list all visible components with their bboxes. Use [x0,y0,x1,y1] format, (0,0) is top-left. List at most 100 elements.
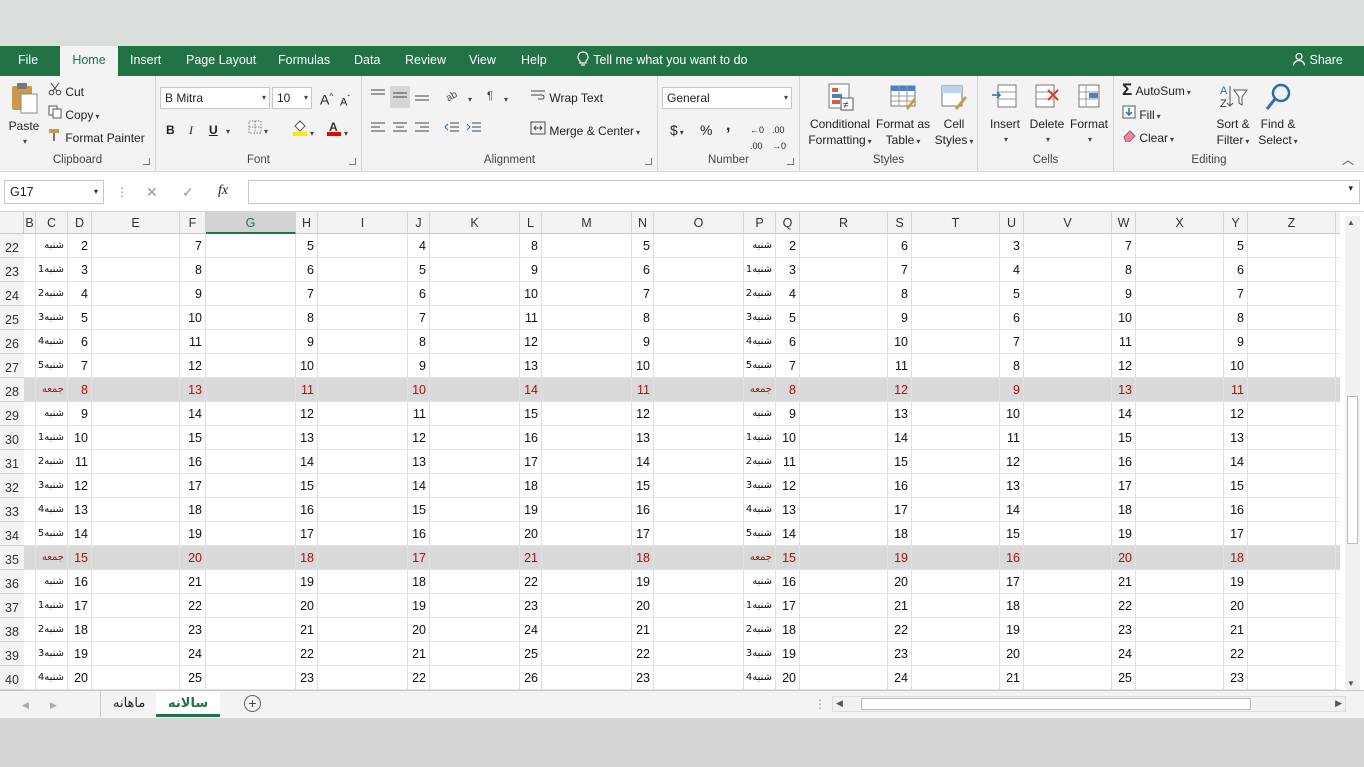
cell-f33[interactable]: 18 [180,498,206,522]
cell-h26[interactable]: 9 [296,330,318,354]
cell-h31[interactable]: 14 [296,450,318,474]
cell-t25[interactable] [912,306,1000,330]
cell-y31[interactable]: 14 [1224,450,1248,474]
align-center-button[interactable] [392,121,408,139]
cell-z25[interactable] [1248,306,1336,330]
cell-v25[interactable] [1024,306,1112,330]
cell-l39[interactable]: 25 [520,642,542,666]
row-header-25[interactable]: 25 [0,306,24,330]
cell-p35[interactable]: جمعه [744,546,776,570]
cell-x34[interactable] [1136,522,1224,546]
cell-y33[interactable]: 16 [1224,498,1248,522]
orientation-button[interactable]: ab ▾ [444,88,472,108]
cell-u31[interactable]: 12 [1000,450,1024,474]
cell-v40[interactable] [1024,666,1112,690]
cell-n27[interactable]: 10 [632,354,654,378]
tab-formulas[interactable]: Formulas [272,46,336,76]
cell-q38[interactable]: 18 [776,618,800,642]
cell-e31[interactable] [92,450,180,474]
column-header-g[interactable]: G [206,212,296,234]
cell-d26[interactable]: 6 [68,330,92,354]
cell-z29[interactable] [1248,402,1336,426]
cell-y25[interactable]: 8 [1224,306,1248,330]
cell-e26[interactable] [92,330,180,354]
cell-g33[interactable] [206,498,296,522]
cell-m27[interactable] [542,354,632,378]
cell-x38[interactable] [1136,618,1224,642]
add-sheet-button[interactable]: + [244,695,261,712]
column-header-b[interactable]: B [24,212,36,234]
cell-w40[interactable]: 25 [1112,666,1136,690]
cell-s39[interactable]: 23 [888,642,912,666]
cell-c32[interactable]: 3شنبه [36,474,68,498]
cell-m32[interactable] [542,474,632,498]
cell-q35[interactable]: 15 [776,546,800,570]
decrease-indent-button[interactable] [444,121,460,139]
cell-j32[interactable]: 14 [408,474,430,498]
cell-n30[interactable]: 13 [632,426,654,450]
cell-l29[interactable]: 15 [520,402,542,426]
cell-s23[interactable]: 7 [888,258,912,282]
cell-q34[interactable]: 14 [776,522,800,546]
cell-j23[interactable]: 5 [408,258,430,282]
cell-t37[interactable] [912,594,1000,618]
cell-x30[interactable] [1136,426,1224,450]
cell-v28[interactable] [1024,378,1112,402]
cell-i38[interactable] [318,618,408,642]
cell-o23[interactable] [654,258,744,282]
cell-h40[interactable]: 23 [296,666,318,690]
cell-e33[interactable] [92,498,180,522]
cell-d30[interactable]: 10 [68,426,92,450]
cell-n31[interactable]: 14 [632,450,654,474]
cell-t24[interactable] [912,282,1000,306]
cell-d40[interactable]: 20 [68,666,92,690]
cell-f28[interactable]: 13 [180,378,206,402]
cell-c27[interactable]: 5شنبه [36,354,68,378]
column-header-k[interactable]: K [430,212,520,234]
cell-h33[interactable]: 16 [296,498,318,522]
cell-w35[interactable]: 20 [1112,546,1136,570]
cell-t22[interactable] [912,234,1000,258]
cell-y32[interactable]: 15 [1224,474,1248,498]
cell-c28[interactable]: جمعه [36,378,68,402]
cell-m40[interactable] [542,666,632,690]
cell-b22[interactable] [24,234,36,258]
cell-q22[interactable]: 2 [776,234,800,258]
cell-j34[interactable]: 16 [408,522,430,546]
cell-w33[interactable]: 18 [1112,498,1136,522]
cell-f31[interactable]: 16 [180,450,206,474]
cell-m25[interactable] [542,306,632,330]
comma-style-button[interactable]: , [726,118,730,134]
cell-g28[interactable] [206,378,296,402]
cell-j25[interactable]: 7 [408,306,430,330]
cell-h28[interactable]: 11 [296,378,318,402]
cell-q40[interactable]: 20 [776,666,800,690]
cell-n26[interactable]: 9 [632,330,654,354]
cell-c29[interactable]: شنبه [36,402,68,426]
cell-k39[interactable] [430,642,520,666]
cell-k36[interactable] [430,570,520,594]
cell-j29[interactable]: 11 [408,402,430,426]
cell-b33[interactable] [24,498,36,522]
cell-v26[interactable] [1024,330,1112,354]
cell-c34[interactable]: 5شنبه [36,522,68,546]
column-header-q[interactable]: Q [776,212,800,234]
sort-filter-button[interactable]: AZ Sort & Filter ▾ [1212,82,1254,150]
decrease-decimal-button[interactable]: .00 →0 [772,122,786,154]
cell-e29[interactable] [92,402,180,426]
tab-insert[interactable]: Insert [124,46,167,76]
cell-u26[interactable]: 7 [1000,330,1024,354]
cell-k30[interactable] [430,426,520,450]
prev-sheet-arrow[interactable]: ◀ [22,697,29,713]
cell-p26[interactable]: 4شنبه [744,330,776,354]
cell-o30[interactable] [654,426,744,450]
cell-b40[interactable] [24,666,36,690]
cell-s34[interactable]: 18 [888,522,912,546]
cell-e30[interactable] [92,426,180,450]
cell-t38[interactable] [912,618,1000,642]
wrap-text-button[interactable]: Wrap Text [530,88,603,106]
row-header-33[interactable]: 33 [0,498,24,522]
cell-k24[interactable] [430,282,520,306]
cell-w38[interactable]: 23 [1112,618,1136,642]
cell-u37[interactable]: 18 [1000,594,1024,618]
